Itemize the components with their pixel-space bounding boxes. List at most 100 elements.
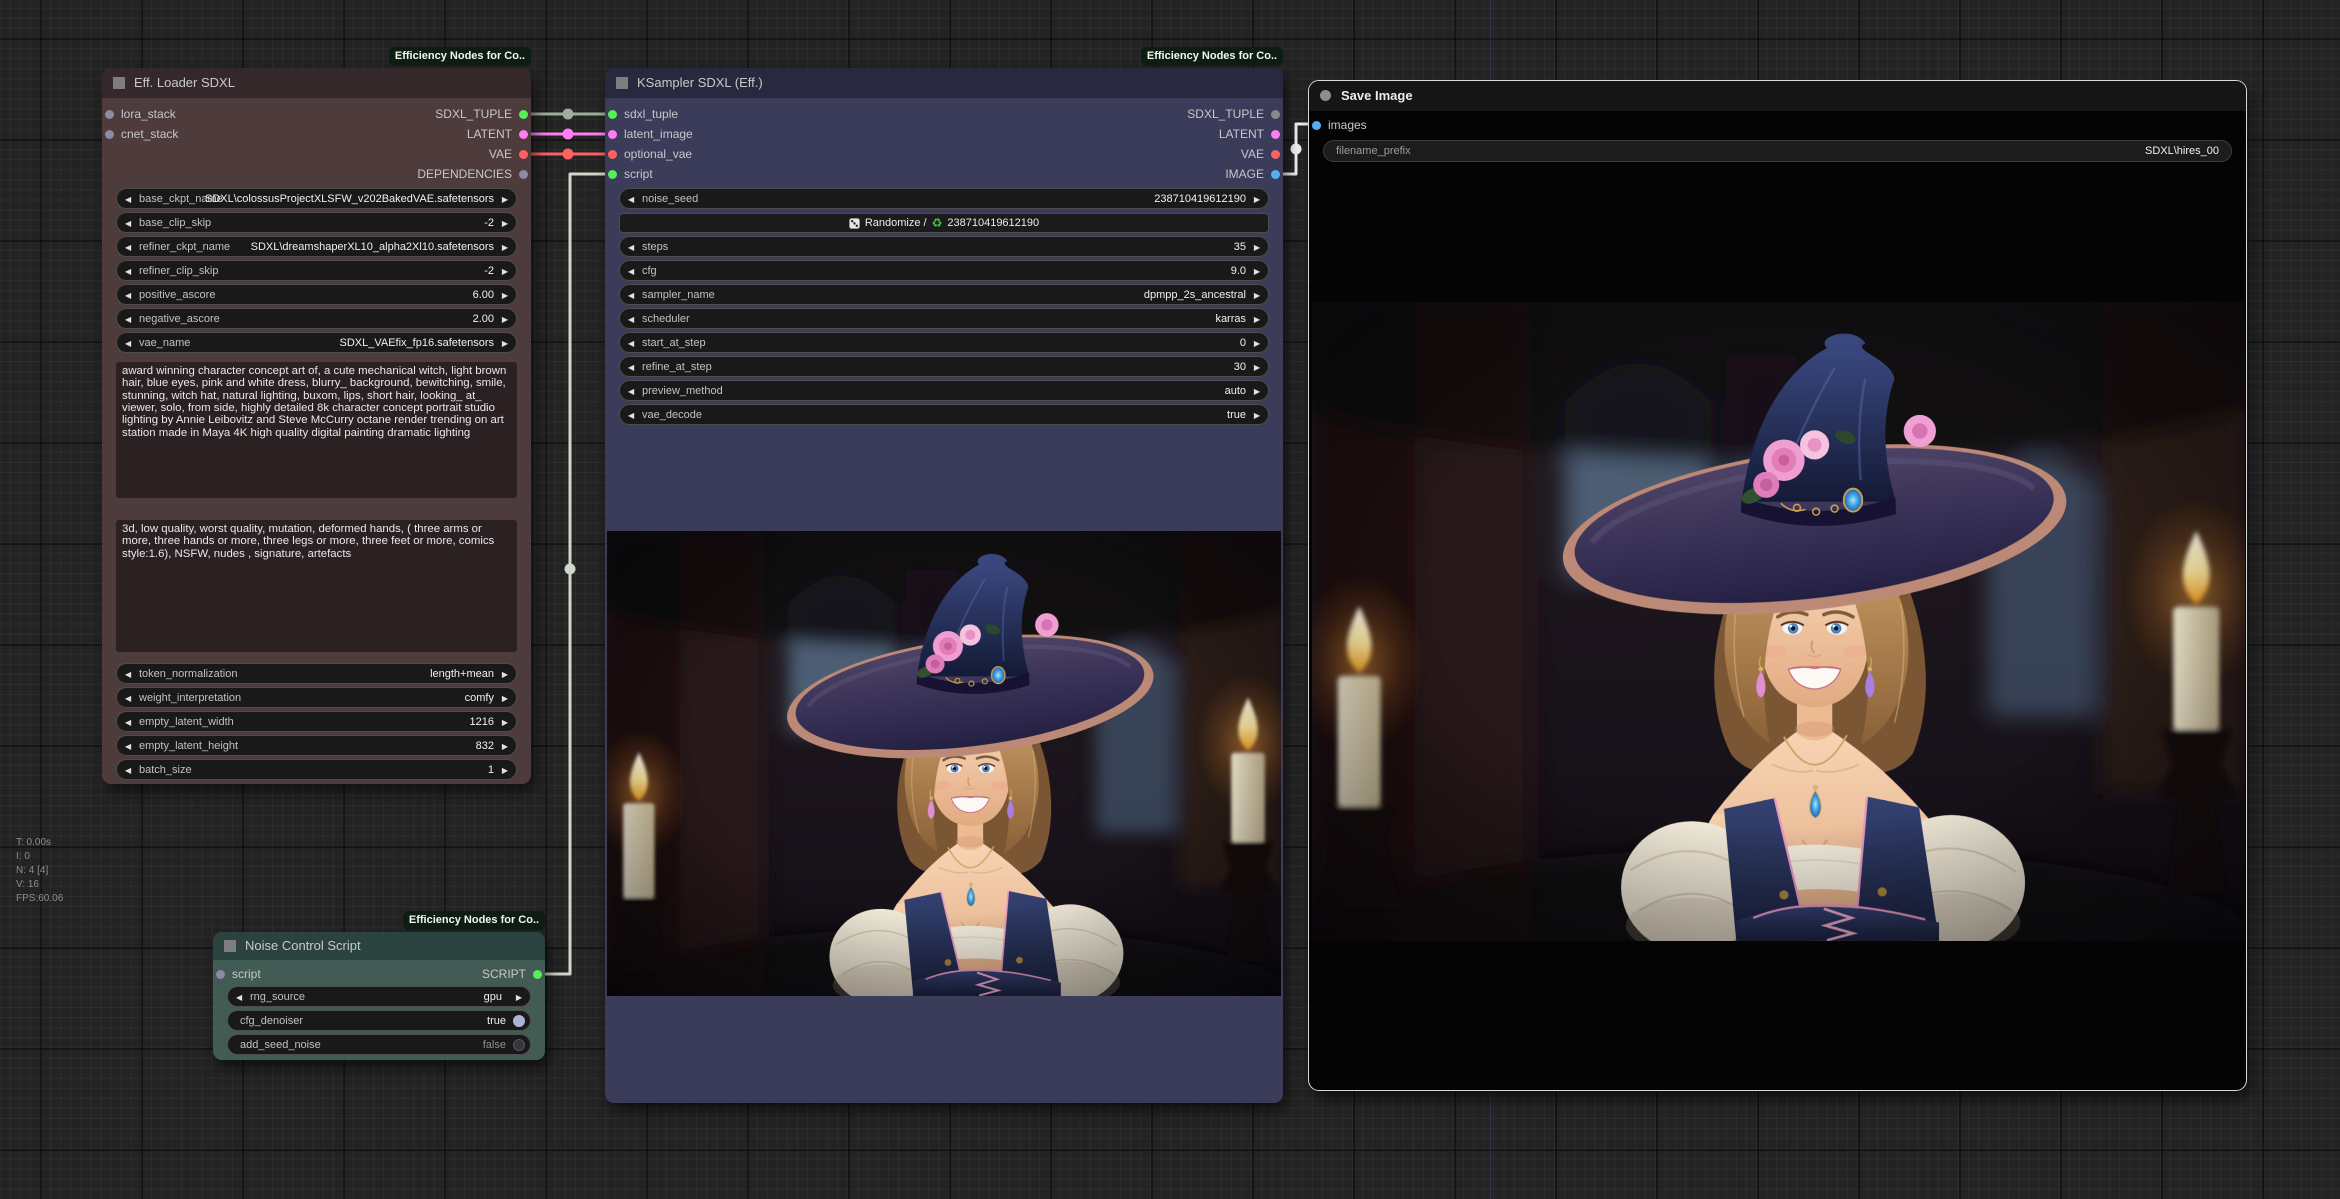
next-arrow-icon[interactable]: ▶ [1254,333,1260,354]
prev-arrow-icon[interactable]: ◀ [628,405,634,426]
collapse-icon[interactable] [113,77,125,89]
widget-rng_source[interactable]: ◀rng_sourcegpu▶ [227,986,531,1007]
prev-arrow-icon[interactable]: ◀ [236,987,242,1008]
output-port-image[interactable] [1271,170,1280,179]
collapse-icon[interactable] [224,940,236,952]
node-title-bar[interactable]: Eff. Loader SDXL [102,68,531,98]
prev-arrow-icon[interactable]: ◀ [628,237,634,258]
output-port-vae[interactable] [519,150,528,159]
widget-positive_ascore[interactable]: ◀positive_ascore6.00▶ [116,284,517,305]
widget-base_clip_skip[interactable]: ◀base_clip_skip-2▶ [116,212,517,233]
next-arrow-icon[interactable]: ▶ [1254,357,1260,378]
input-port-images[interactable] [1312,121,1321,130]
next-arrow-icon[interactable]: ▶ [1254,381,1260,402]
next-arrow-icon[interactable]: ▶ [1254,261,1260,282]
prev-arrow-icon[interactable]: ◀ [125,664,131,685]
next-arrow-icon[interactable]: ▶ [502,664,508,685]
toggle-on-icon[interactable] [513,1015,525,1027]
next-arrow-icon[interactable]: ▶ [502,760,508,781]
prev-arrow-icon[interactable]: ◀ [628,285,634,306]
toggle-off-icon[interactable] [513,1039,525,1051]
node-title-bar[interactable]: Save Image [1309,81,2246,111]
prev-arrow-icon[interactable]: ◀ [125,261,131,282]
next-arrow-icon[interactable]: ▶ [502,285,508,306]
next-arrow-icon[interactable]: ▶ [502,237,508,258]
widget-filename_prefix[interactable]: filename_prefixSDXL\hires_00 [1323,140,2232,162]
output-port-vae[interactable] [1271,150,1280,159]
widget-weight_interpretation[interactable]: ◀weight_interpretationcomfy▶ [116,687,517,708]
widget-vae_decode[interactable]: ◀vae_decodetrue▶ [619,404,1269,425]
widget-start_at_step[interactable]: ◀start_at_step0▶ [619,332,1269,353]
prev-arrow-icon[interactable]: ◀ [628,261,634,282]
widget-preview_method[interactable]: ◀preview_methodauto▶ [619,380,1269,401]
next-arrow-icon[interactable]: ▶ [502,688,508,709]
prev-arrow-icon[interactable]: ◀ [628,381,634,402]
prev-arrow-icon[interactable]: ◀ [125,285,131,306]
widget-sampler_name[interactable]: ◀sampler_namedpmpp_2s_ancestral▶ [619,284,1269,305]
node-ksampler-sdxl-eff[interactable]: KSampler SDXL (Eff.) sdxl_tuple latent_i… [605,68,1283,1103]
node-eff-loader-sdxl[interactable]: Eff. Loader SDXL lora_stack cnet_stack S… [102,68,531,784]
widget-empty_latent_width[interactable]: ◀empty_latent_width1216▶ [116,711,517,732]
next-arrow-icon[interactable]: ▶ [502,712,508,733]
node-save-image[interactable]: Save Image images filename_prefixSDXL\hi… [1308,80,2247,1091]
widget-steps[interactable]: ◀steps35▶ [619,236,1269,257]
prev-arrow-icon[interactable]: ◀ [125,688,131,709]
input-port-optional_vae[interactable] [608,150,617,159]
widget-refiner_ckpt_name[interactable]: ◀refiner_ckpt_nameSDXL\dreamshaperXL10_a… [116,236,517,257]
next-arrow-icon[interactable]: ▶ [1254,237,1260,258]
prev-arrow-icon[interactable]: ◀ [125,237,131,258]
widget-token_normalization[interactable]: ◀token_normalizationlength+mean▶ [116,663,517,684]
prev-arrow-icon[interactable]: ◀ [125,189,131,210]
next-arrow-icon[interactable]: ▶ [502,333,508,354]
prev-arrow-icon[interactable]: ◀ [628,189,634,210]
output-port-sdxl-tuple[interactable] [519,110,528,119]
output-port-sdxl-tuple[interactable] [1271,110,1280,119]
node-graph-canvas[interactable]: T: 0.00s I: 0 N: 4 [4] V: 16 FPS:60.06 E… [0,0,2340,1199]
node-title-bar[interactable]: Noise Control Script [213,932,545,960]
widget-refine_at_step[interactable]: ◀refine_at_step30▶ [619,356,1269,377]
next-arrow-icon[interactable]: ▶ [1254,309,1260,330]
next-arrow-icon[interactable]: ▶ [1254,189,1260,210]
input-port-script[interactable] [216,970,225,979]
prev-arrow-icon[interactable]: ◀ [628,309,634,330]
prev-arrow-icon[interactable]: ◀ [628,357,634,378]
next-arrow-icon[interactable]: ▶ [1254,285,1260,306]
prev-arrow-icon[interactable]: ◀ [628,333,634,354]
prev-arrow-icon[interactable]: ◀ [125,213,131,234]
prev-arrow-icon[interactable]: ◀ [125,760,131,781]
output-port-script[interactable] [533,970,542,979]
negative-prompt-textarea[interactable]: 3d, low quality, worst quality, mutation… [116,520,517,652]
widget-cfg[interactable]: ◀cfg9.0▶ [619,260,1269,281]
next-arrow-icon[interactable]: ▶ [516,987,522,1008]
next-arrow-icon[interactable]: ▶ [502,189,508,210]
widget-noise_seed[interactable]: ◀noise_seed238710419612190▶ [619,188,1269,209]
wire-midpoint-dot[interactable] [563,129,574,140]
collapse-icon[interactable] [616,77,628,89]
next-arrow-icon[interactable]: ▶ [502,261,508,282]
next-arrow-icon[interactable]: ▶ [502,736,508,757]
input-port-script[interactable] [608,170,617,179]
wire-midpoint-dot[interactable] [1291,144,1302,155]
widget-negative_ascore[interactable]: ◀negative_ascore2.00▶ [116,308,517,329]
input-port-sdxl_tuple[interactable] [608,110,617,119]
node-title-bar[interactable]: KSampler SDXL (Eff.) [605,68,1283,98]
output-port-latent[interactable] [1271,130,1280,139]
wire-midpoint-dot[interactable] [563,149,574,160]
output-port-latent[interactable] [519,130,528,139]
next-arrow-icon[interactable]: ▶ [1254,405,1260,426]
positive-prompt-textarea[interactable]: award winning character concept art of, … [116,362,517,498]
widget-cfg_denoiser[interactable]: cfg_denoisertrue [227,1010,531,1031]
wire-midpoint-dot[interactable] [565,564,576,575]
input-port-cnet_stack[interactable] [105,130,114,139]
widget-refiner_clip_skip[interactable]: ◀refiner_clip_skip-2▶ [116,260,517,281]
randomize-seed-button[interactable]: Randomize / ♻ 238710419612190 [619,213,1269,233]
widget-batch_size[interactable]: ◀batch_size1▶ [116,759,517,780]
prev-arrow-icon[interactable]: ◀ [125,309,131,330]
input-port-lora_stack[interactable] [105,110,114,119]
widget-add_seed_noise[interactable]: add_seed_noisefalse [227,1034,531,1055]
next-arrow-icon[interactable]: ▶ [502,309,508,330]
widget-vae_name[interactable]: ◀vae_nameSDXL_VAEfix_fp16.safetensors▶ [116,332,517,353]
output-port-dependencies[interactable] [519,170,528,179]
prev-arrow-icon[interactable]: ◀ [125,736,131,757]
next-arrow-icon[interactable]: ▶ [502,213,508,234]
